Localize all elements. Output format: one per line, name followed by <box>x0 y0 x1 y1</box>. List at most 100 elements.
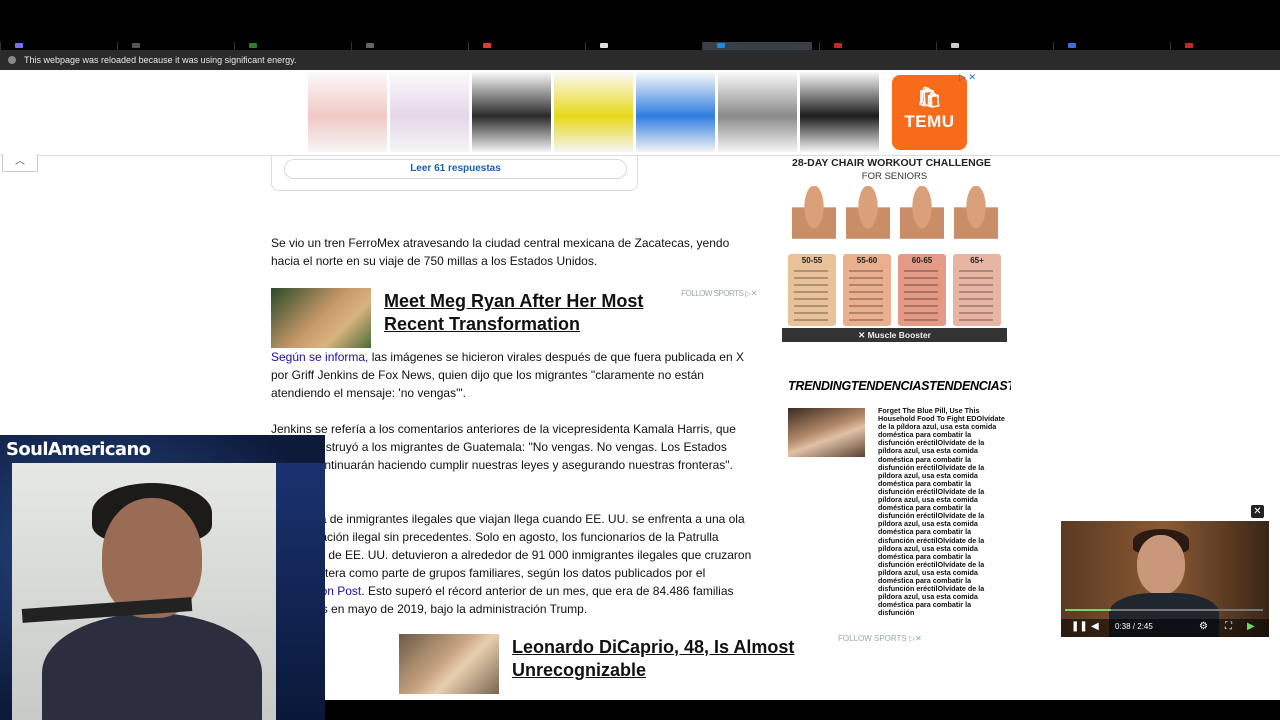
pip-video-player[interactable]: ❚❚ ◀ 0:38 / 2:45 ⚙ ⛶ ▶ <box>1061 521 1269 637</box>
ad-title: 28-DAY CHAIR WORKOUT CHALLENGE <box>792 157 991 169</box>
browser-tab[interactable] <box>468 42 578 50</box>
ad-product-image[interactable] <box>718 72 797 152</box>
pip-progress-fill <box>1065 609 1111 611</box>
ad-product-image[interactable] <box>390 72 469 152</box>
ad-product-image[interactable] <box>800 72 879 152</box>
ad-subtitle: FOR SENIORS <box>861 171 928 182</box>
read-replies-button[interactable]: Leer 61 respuestas <box>284 159 627 179</box>
temu-wordmark: TEMU <box>904 112 955 131</box>
bottom-ad-thumbnail[interactable] <box>399 634 499 694</box>
dicaprio-bottom-ad[interactable]: Leonardo DiCaprio, 48, Is Almost Unrecog… <box>325 628 1280 700</box>
browser-tab[interactable] <box>117 42 227 50</box>
pip-time: 0:38 / 2:45 <box>1115 622 1153 631</box>
temu-logo[interactable]: 🛍 TEMU <box>892 75 967 150</box>
article-paragraph-2: Según se informa, las imágenes se hicier… <box>271 348 753 402</box>
workout-figure-image <box>954 186 998 256</box>
browser-tab-bar <box>0 0 1280 50</box>
volume-icon[interactable]: ◀ <box>1091 621 1099 632</box>
plan-text-line <box>959 270 993 272</box>
age-plan-column[interactable]: 55-60 <box>843 254 891 326</box>
bottom-ad-source-badge[interactable]: FOLLOW SPORTS ▷✕ <box>838 634 922 643</box>
promo-source-badge[interactable]: FOLLOW SPORTS ▷✕ <box>681 289 757 298</box>
divider <box>0 155 1280 156</box>
workout-figure-image <box>900 186 944 256</box>
info-icon <box>8 56 16 64</box>
ad-product-image[interactable] <box>472 72 551 152</box>
plan-text-line <box>849 284 883 286</box>
trending-headline[interactable]: Forget The Blue Pill, Use This Household… <box>878 406 1006 617</box>
workout-figure-image <box>792 186 836 256</box>
promo-thumbnail[interactable] <box>271 288 371 348</box>
top-banner-ad[interactable]: 🛍 TEMU ▷ ✕ <box>308 72 976 152</box>
plan-text-line <box>904 312 938 314</box>
browser-tab[interactable] <box>234 42 344 50</box>
promo-headline[interactable]: Meet Meg Ryan After Her Most Recent Tran… <box>384 290 684 336</box>
plan-text-line <box>849 277 883 279</box>
ad-footer[interactable]: ✕ Muscle Booster <box>782 328 1007 342</box>
plan-text-line <box>959 291 993 293</box>
trending-title: TRENDINGTENDENCIASTENDENCIASTENDENCIASTE… <box>788 379 1011 393</box>
plan-text-line <box>794 312 828 314</box>
age-range-label: 60-65 <box>911 256 933 265</box>
browser-tab[interactable] <box>1053 42 1163 50</box>
scroll-up-button[interactable]: ︿ <box>2 154 38 172</box>
trending-widget: TRENDINGTENDENCIASTENDENCIASTENDENCIASTE… <box>778 374 1011 628</box>
plan-text-line <box>904 291 938 293</box>
temu-mascot-icon: 🛍 <box>916 87 943 109</box>
plan-text-line <box>794 291 828 293</box>
plan-text-line <box>849 319 883 321</box>
age-range-label: 50-55 <box>801 256 823 265</box>
browser-tab[interactable] <box>936 42 1046 50</box>
plan-text-line <box>794 305 828 307</box>
browser-tab[interactable] <box>702 42 812 50</box>
plan-text-line <box>959 312 993 314</box>
webcam-overlay: SoulAmericano <box>0 435 325 720</box>
plan-text-line <box>849 298 883 300</box>
ad-product-image[interactable] <box>308 72 387 152</box>
tab-favicon-icon <box>1068 43 1076 48</box>
browser-tab[interactable] <box>0 42 110 50</box>
pip-progress-bar[interactable] <box>1065 609 1263 611</box>
tab-favicon-icon <box>366 43 374 48</box>
plan-text-line <box>904 305 938 307</box>
browser-tab[interactable] <box>585 42 695 50</box>
browser-tab[interactable] <box>351 42 461 50</box>
starfield-backdrop <box>276 463 325 720</box>
age-plan-column[interactable]: 65+ <box>953 254 1001 326</box>
plan-text-line <box>794 277 828 279</box>
settings-icon[interactable]: ⚙ <box>1199 621 1208 632</box>
ad-choices-icon[interactable]: ▷ ✕ <box>959 72 976 83</box>
ad-product-image[interactable] <box>554 72 633 152</box>
pip-close-button[interactable]: ✕ <box>1251 505 1264 518</box>
plan-text-line <box>904 284 938 286</box>
age-range-label: 65+ <box>970 256 984 265</box>
paragraph-4-text-a: La llegada de inmigrantes ilegales que v… <box>271 512 752 580</box>
age-plan-column[interactable]: 60-65 <box>898 254 946 326</box>
age-plan-column[interactable]: 50-55 <box>788 254 836 326</box>
plan-text-line <box>849 291 883 293</box>
tab-favicon-icon <box>15 43 23 48</box>
trending-thumbnail[interactable] <box>788 408 865 457</box>
pip-person-face <box>1137 535 1185 595</box>
play-next-icon[interactable]: ▶ <box>1247 621 1255 632</box>
workout-figure-image <box>846 186 890 256</box>
reported-link[interactable]: Según se informa, <box>271 350 368 364</box>
pause-icon[interactable]: ❚❚ <box>1071 621 1088 632</box>
plan-text-line <box>959 305 993 307</box>
plan-text-line <box>849 270 883 272</box>
bottom-ad-headline[interactable]: Leonardo DiCaprio, 48, Is Almost Unrecog… <box>512 636 832 682</box>
plan-text-line <box>959 298 993 300</box>
meg-ryan-promo[interactable]: Meet Meg Ryan After Her Most Recent Tran… <box>271 288 757 348</box>
browser-tab[interactable] <box>819 42 929 50</box>
plan-text-line <box>794 270 828 272</box>
fullscreen-icon[interactable]: ⛶ <box>1225 621 1232 632</box>
chair-workout-ad[interactable]: 28-DAY CHAIR WORKOUT CHALLENGE FOR SENIO… <box>782 156 1007 342</box>
plan-text-line <box>959 319 993 321</box>
plan-text-line <box>959 277 993 279</box>
plan-text-line <box>959 284 993 286</box>
ad-product-image[interactable] <box>636 72 715 152</box>
browser-tab[interactable] <box>1170 42 1280 50</box>
article-paragraph-4: La llegada de inmigrantes ilegales que v… <box>271 510 753 618</box>
plan-text-line <box>904 319 938 321</box>
plan-text-line <box>904 277 938 279</box>
